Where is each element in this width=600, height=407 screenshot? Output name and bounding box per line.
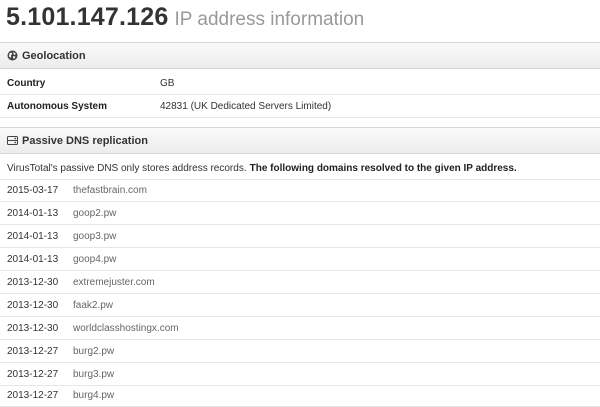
globe-icon bbox=[7, 50, 18, 61]
dns-date: 2013-12-30 bbox=[7, 300, 59, 311]
geo-row-autonomous-system: Autonomous System 42831 (UK Dedicated Se… bbox=[0, 96, 600, 118]
page-subtitle: IP address information bbox=[174, 9, 365, 30]
intro-text: VirusTotal's passive DNS only stores add… bbox=[7, 162, 247, 174]
dns-domain-link[interactable]: burg2.pw bbox=[73, 346, 114, 357]
geolocation-header: Geolocation bbox=[0, 42, 600, 69]
geo-key: Autonomous System bbox=[7, 101, 108, 112]
dns-row: 2013-12-27 burg3.pw bbox=[0, 364, 600, 386]
dns-row: 2013-12-30 extremejuster.com bbox=[0, 272, 600, 294]
geo-key: Country bbox=[7, 78, 46, 89]
intro-bold-text: The following domains resolved to the gi… bbox=[249, 162, 517, 174]
passive-dns-intro: VirusTotal's passive DNS only stores add… bbox=[0, 157, 600, 180]
dns-date: 2014-01-13 bbox=[7, 231, 59, 242]
dns-date: 2013-12-27 bbox=[7, 390, 59, 401]
dns-domain-link[interactable]: burg3.pw bbox=[73, 369, 114, 380]
dns-row: 2014-01-13 goop2.pw bbox=[0, 203, 600, 225]
dns-row: 2013-12-27 burg4.pw bbox=[0, 385, 600, 407]
dns-date: 2013-12-27 bbox=[7, 346, 59, 357]
dns-domain-link[interactable]: goop4.pw bbox=[73, 254, 116, 265]
dns-date: 2015-03-17 bbox=[7, 185, 59, 196]
dns-date: 2014-01-13 bbox=[7, 254, 59, 265]
dns-row: 2013-12-30 worldclasshostingx.com bbox=[0, 318, 600, 340]
geo-value: 42831 (UK Dedicated Servers Limited) bbox=[160, 101, 332, 112]
storage-icon bbox=[7, 135, 18, 146]
dns-domain-link[interactable]: faak2.pw bbox=[73, 300, 113, 311]
ip-information-page: 5.101.147.126 IP address information Geol… bbox=[0, 0, 600, 407]
dns-domain-link[interactable]: worldclasshostingx.com bbox=[73, 323, 179, 334]
dns-date: 2014-01-13 bbox=[7, 208, 59, 219]
passive-dns-header: Passive DNS replication bbox=[0, 127, 600, 154]
geo-value: GB bbox=[160, 78, 175, 89]
geolocation-header-label: Geolocation bbox=[22, 49, 86, 62]
dns-domain-link[interactable]: goop2.pw bbox=[73, 208, 116, 219]
geo-row-country: Country GB bbox=[0, 73, 600, 95]
dns-date: 2013-12-27 bbox=[7, 369, 59, 380]
dns-row: 2013-12-27 burg2.pw bbox=[0, 341, 600, 363]
dns-row: 2014-01-13 goop3.pw bbox=[0, 226, 600, 248]
dns-row: 2014-01-13 goop4.pw bbox=[0, 249, 600, 271]
passive-dns-header-label: Passive DNS replication bbox=[22, 134, 148, 147]
page-title: 5.101.147.126 IP address information bbox=[6, 3, 364, 35]
dns-date: 2013-12-30 bbox=[7, 277, 59, 288]
dns-row: 2015-03-17 thefastbrain.com bbox=[0, 180, 600, 202]
dns-row: 2013-12-30 faak2.pw bbox=[0, 295, 600, 317]
dns-date: 2013-12-30 bbox=[7, 323, 59, 334]
dns-domain-link[interactable]: burg4.pw bbox=[73, 390, 114, 401]
ip-address-title: 5.101.147.126 bbox=[6, 3, 169, 31]
dns-domain-link[interactable]: extremejuster.com bbox=[73, 277, 155, 288]
dns-domain-link[interactable]: thefastbrain.com bbox=[73, 185, 147, 196]
dns-domain-link[interactable]: goop3.pw bbox=[73, 231, 116, 242]
